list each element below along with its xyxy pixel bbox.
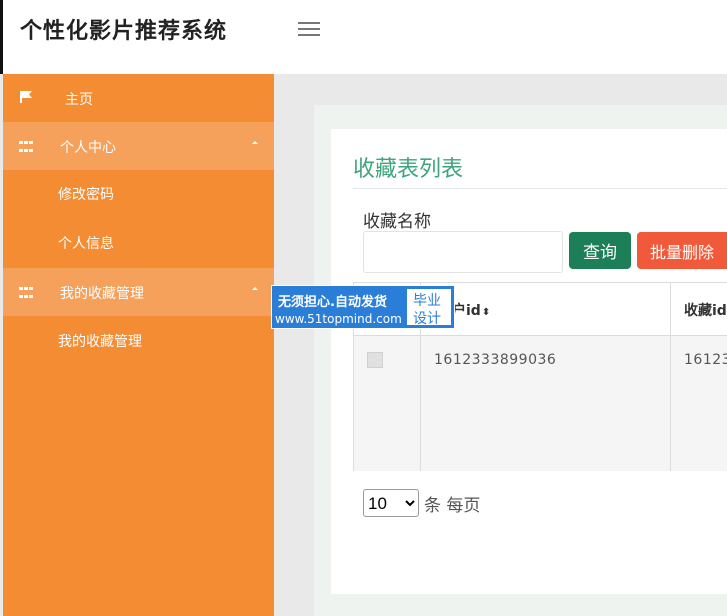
- sidebar-item-home[interactable]: 主页: [3, 74, 274, 122]
- caret-up-icon: [252, 141, 258, 144]
- promo-text: 无须担心.自动发货: [278, 295, 387, 310]
- promo-url: www.51topmind.com: [275, 312, 402, 326]
- batch-delete-button[interactable]: 批量删除: [637, 232, 727, 269]
- sidebar-group-personal[interactable]: 个人中心: [3, 122, 274, 170]
- promo-tag: 毕业 设计: [406, 288, 452, 327]
- page-size-select[interactable]: 10: [363, 489, 419, 517]
- row-checkbox[interactable]: [367, 352, 383, 368]
- column-divider: [670, 283, 671, 471]
- sidebar-item-label: 我的收藏管理: [60, 286, 144, 302]
- grid-icon: [19, 287, 33, 301]
- sidebar-item-label: 个人中心: [60, 140, 116, 156]
- promo-badge[interactable]: 无须担心.自动发货 www.51topmind.com 毕业 设计: [271, 285, 455, 329]
- search-input[interactable]: [363, 231, 563, 273]
- column-header-fav-id[interactable]: 收藏id: [684, 300, 727, 320]
- sidebar-item-favorites-manage[interactable]: 我的收藏管理: [3, 317, 274, 365]
- sidebar-item-label: 个人信息: [58, 236, 114, 252]
- sidebar-item-label: 主页: [65, 92, 93, 108]
- top-header: 个性化影片推荐系统: [0, 0, 727, 74]
- table-row[interactable]: 1612333899036 16123: [354, 336, 727, 471]
- page-title: 收藏表列表: [353, 157, 464, 182]
- app-title: 个性化影片推荐系统: [20, 19, 228, 44]
- query-button[interactable]: 查询: [569, 232, 631, 269]
- table-cell: 16123: [684, 352, 727, 368]
- grid-icon: [19, 141, 33, 155]
- sidebar-item-label: 我的收藏管理: [58, 334, 142, 350]
- divider: [353, 188, 727, 189]
- sidebar-group-favorites[interactable]: 我的收藏管理: [3, 268, 274, 316]
- menu-toggle-icon[interactable]: [298, 19, 320, 37]
- sidebar-item-label: 修改密码: [58, 187, 114, 203]
- flag-icon: [20, 91, 32, 103]
- sidebar: 主页 个人中心 修改密码 个人信息 我的收藏管理 我的收藏管理: [3, 74, 274, 616]
- caret-up-icon: [252, 287, 258, 290]
- column-header-user-id[interactable]: 户id⬍: [452, 300, 490, 320]
- table-cell: 1612333899036: [434, 352, 557, 368]
- list-card: 收藏表列表 收藏名称 查询 批量删除 户id⬍ 收藏id 16123338990…: [331, 129, 727, 594]
- sidebar-item-profile[interactable]: 个人信息: [3, 219, 274, 267]
- search-label: 收藏名称: [363, 212, 431, 232]
- sort-icon: ⬍: [481, 307, 491, 318]
- page-size-label: 条 每页: [424, 496, 481, 516]
- sidebar-item-change-password[interactable]: 修改密码: [3, 170, 274, 218]
